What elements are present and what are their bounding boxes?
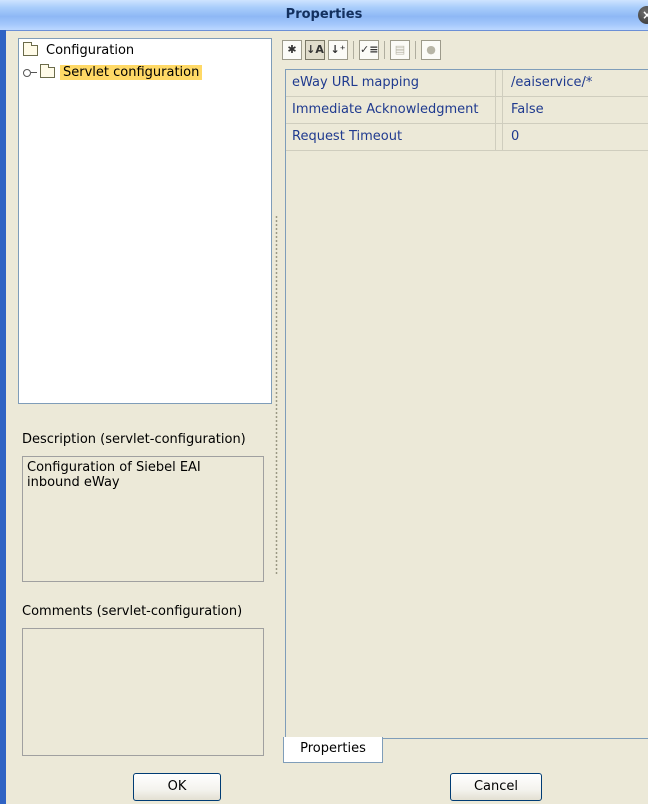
property-value[interactable]: /eaiservice/* (502, 70, 592, 96)
tree-item-servlet-configuration[interactable]: Servlet configuration (23, 63, 203, 81)
tree-item-label: Servlet configuration (60, 64, 203, 80)
property-name: eWay URL mapping (286, 70, 496, 96)
tab-properties[interactable]: Properties (283, 737, 383, 763)
configuration-tree: Configuration Servlet configuration (18, 38, 272, 404)
panel-splitter[interactable] (275, 215, 278, 575)
cancel-button[interactable]: Cancel (450, 773, 542, 801)
toolbar-separator (384, 41, 385, 59)
ok-button[interactable]: OK (133, 773, 221, 801)
tree-item-configuration[interactable]: Configuration (23, 41, 134, 59)
property-row[interactable]: Request Timeout 0 (286, 124, 648, 151)
description-text: Configuration of Siebel EAI inbound eWay (22, 456, 264, 582)
sort-descending-icon[interactable]: ↓⁺ (328, 40, 348, 60)
description-icon[interactable]: ▤ (390, 40, 410, 60)
property-name: Request Timeout (286, 124, 496, 150)
toolbar-separator (353, 41, 354, 59)
property-value[interactable]: False (502, 97, 544, 123)
property-row[interactable]: Immediate Acknowledgment False (286, 97, 648, 124)
folder-icon (40, 63, 55, 78)
description-line: inbound eWay (27, 475, 120, 490)
categorized-icon[interactable]: ✱ (282, 40, 302, 60)
property-value[interactable]: 0 (502, 124, 519, 150)
folder-icon (23, 41, 38, 56)
property-row[interactable]: eWay URL mapping /eaiservice/* (286, 70, 648, 97)
description-label: Description (servlet-configuration) (22, 432, 246, 447)
help-icon[interactable]: ● (421, 40, 441, 60)
comments-label: Comments (servlet-configuration) (22, 604, 243, 619)
window-left-border (0, 30, 6, 804)
comments-textarea[interactable] (22, 628, 264, 756)
sort-ascending-icon[interactable]: ↓A (305, 40, 325, 60)
tree-item-label: Configuration (46, 42, 135, 58)
window-title: Properties (285, 7, 363, 22)
property-name: Immediate Acknowledgment (286, 97, 496, 123)
description-line: Configuration of Siebel EAI (27, 460, 201, 475)
toolbar-separator (415, 41, 416, 59)
title-bar[interactable]: Properties × (0, 0, 648, 31)
property-toolbar: ✱ ↓A ↓⁺ ✓≡ ▤ ● (282, 38, 444, 62)
properties-grid: eWay URL mapping /eaiservice/* Immediate… (285, 69, 648, 739)
expand-icon[interactable] (23, 67, 37, 78)
show-properties-icon[interactable]: ✓≡ (359, 40, 379, 60)
properties-dialog: Properties × Configuration Servlet confi… (0, 0, 648, 804)
